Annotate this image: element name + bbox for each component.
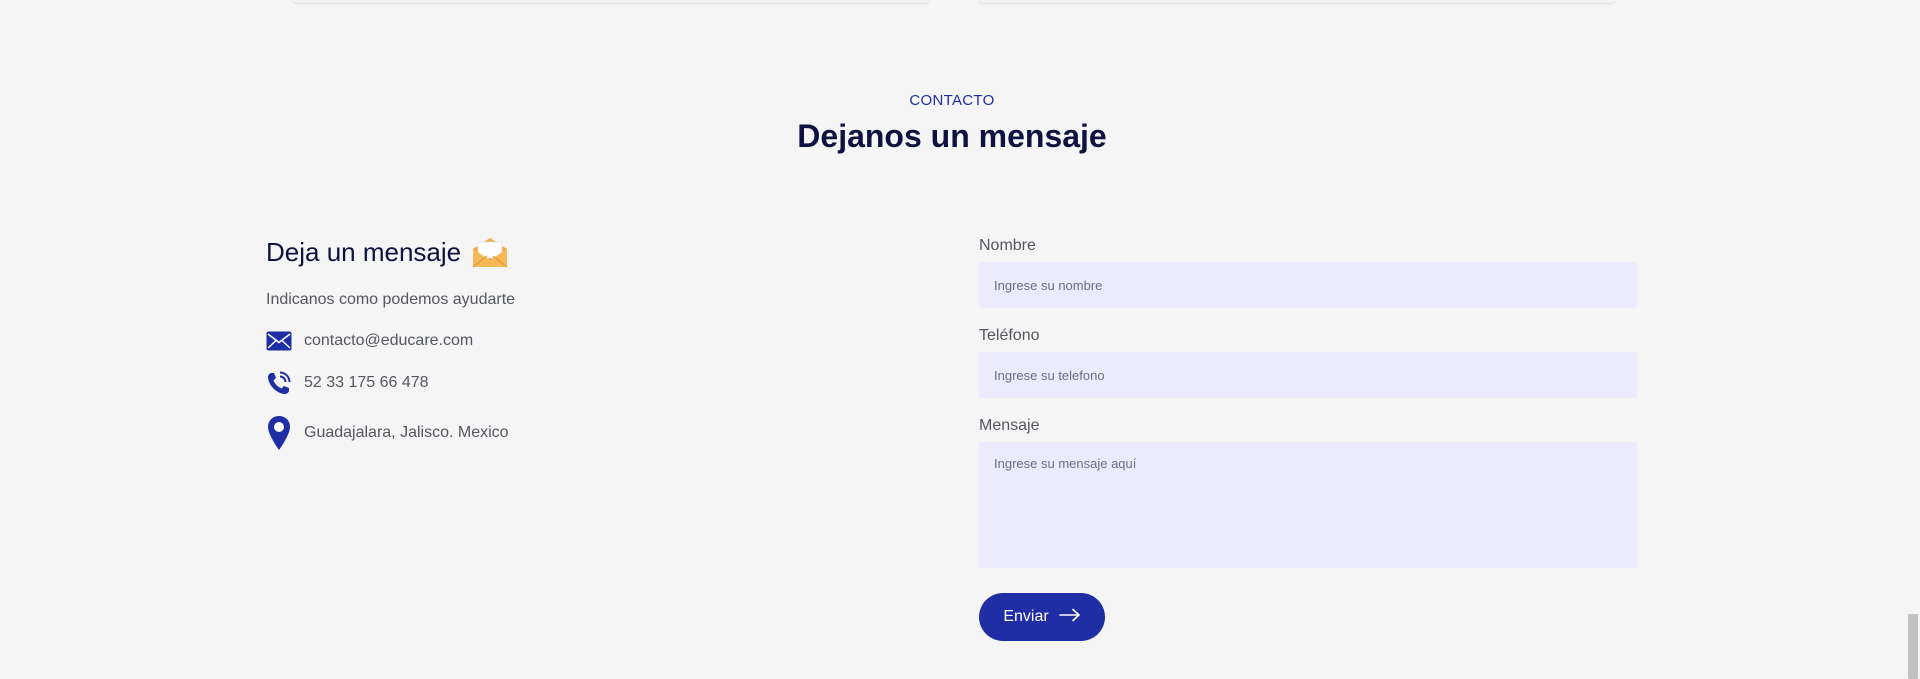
arrow-right-icon [1058,608,1081,627]
section-eyebrow: CONTACTO [909,92,995,109]
name-label: Nombre [979,237,1036,254]
previous-card [978,0,1616,4]
envelope-icon [266,331,292,351]
phone-icon [266,370,292,396]
contact-email: contacto@educare.com [304,332,474,349]
phone-input[interactable] [979,352,1637,398]
map-pin-icon [266,415,292,451]
phone-row: 52 33 175 66 478 [266,368,826,398]
contact-section-header: CONTACTO Dejanos un mensaje [0,90,1904,158]
envelope-emoji-icon [471,235,509,269]
location-row: Guadajalara, Jalisco. Mexico [266,414,826,452]
message-label: Mensaje [979,417,1040,434]
message-textarea[interactable] [979,442,1637,568]
contact-location: Guadajalara, Jalisco. Mexico [304,424,509,441]
contact-phone: 52 33 175 66 478 [304,374,429,391]
submit-button-label: Enviar [1003,608,1049,625]
info-title: Deja un mensaje [266,232,826,272]
scrollbar-thumb[interactable] [1908,614,1918,679]
previous-section-cards [0,0,1904,4]
contact-form: Nombre Teléfono Mensaje [979,234,1637,568]
previous-card [292,0,930,4]
contact-info-panel: Deja un mensaje Indicanos como podemos a… [266,232,826,452]
phone-label: Teléfono [979,327,1040,344]
submit-button[interactable]: Enviar [979,593,1105,641]
email-row: contacto@educare.com [266,326,826,356]
info-subtitle: Indicanos como podemos ayudarte [266,291,516,308]
vertical-scrollbar[interactable] [1904,0,1920,679]
section-title: Dejanos un mensaje [797,118,1107,154]
name-input[interactable] [979,262,1637,308]
info-title-text: Deja un mensaje [266,236,462,267]
